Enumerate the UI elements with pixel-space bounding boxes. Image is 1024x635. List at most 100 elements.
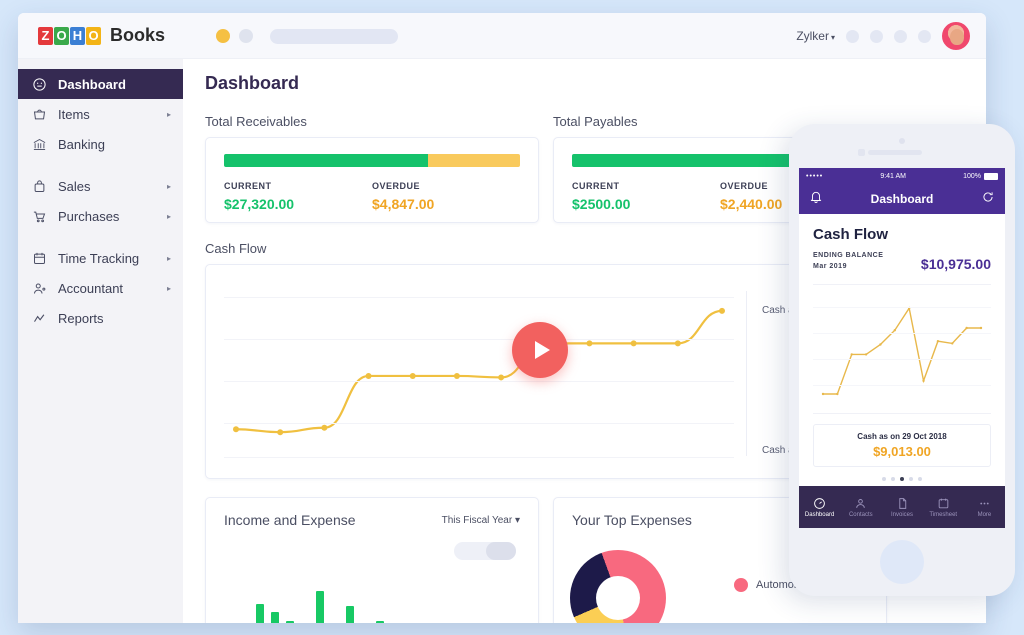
header-icon-stub-4[interactable] [918,29,931,43]
phone-signal: ••••• [806,172,824,180]
avatar[interactable] [942,22,970,50]
phone-tab-label: Timesheet [929,511,958,518]
zoho-tile-o2: O [86,26,101,45]
header-icon-stub-2[interactable] [870,29,883,43]
header-icon-stub-3[interactable] [894,29,907,43]
phone-status-bar: ••••• 9:41 AM 100% [799,168,1005,184]
phone-tab-label: Contacts [848,511,873,518]
chart-icon [32,311,54,326]
sidebar-item-time-tracking[interactable]: Time Tracking ▸ [18,243,183,273]
organization-name: Zylker [796,29,829,43]
browser-chrome-bar: Z O H O Books Zylker ▾ [18,13,986,59]
receivables-overdue-segment [428,154,520,167]
income-expense-toggle[interactable] [454,542,516,560]
play-icon [534,341,550,359]
carousel-dot [891,477,895,481]
phone-balance-amount: $10,975.00 [920,256,991,272]
bell-icon[interactable] [809,190,823,209]
chevron-down-icon: ▾ [830,33,835,42]
phone-content: Cash Flow ENDING BALANCE Mar 2019 $10,97… [799,214,1005,481]
play-video-button[interactable] [512,322,568,378]
phone-screen: ••••• 9:41 AM 100% Dashboard Cash Flow E… [799,168,1005,528]
sidebar-item-reports[interactable]: Reports [18,303,183,333]
dashboard-icon [32,77,54,92]
phone-carousel-dots[interactable] [813,477,991,481]
phone-cashflow-heading: Cash Flow [813,226,889,243]
phone-speaker [868,150,922,155]
phone-cashflow-chart [813,284,991,414]
phone-tab-contacts[interactable]: Contacts [840,486,881,528]
income-expense-period-dropdown[interactable]: This Fiscal Year ▾ [442,515,520,526]
sidebar-item-label: Items [58,106,90,122]
phone-home-button[interactable] [880,540,924,584]
payables-current-segment [572,154,803,167]
payables-current-label: CURRENT [572,181,620,191]
receivables-card: CURRENT $27,320.00 OVERDUE $4,847.00 [205,137,539,223]
income-expense-header: Income and Expense This Fiscal Year ▾ [224,512,520,528]
zoho-tile-h: H [70,26,85,45]
screenshot-root: Z O H O Books Zylker ▾ Dashboard Items ▸… [0,0,1024,635]
carousel-dot [909,477,913,481]
chevron-right-icon: ▸ [166,109,171,119]
cashflow-gridlines [224,287,734,459]
carousel-dot [918,477,922,481]
phone-tab-dashboard[interactable]: Dashboard [799,486,840,528]
refresh-icon[interactable] [981,190,995,209]
sidebar-item-label: Accountant [58,280,124,296]
sidebar-item-label: Sales [58,178,91,194]
sidebar-item-label: Purchases [58,208,120,224]
payables-current-value: $2500.00 [572,196,631,212]
zoho-books-logo[interactable]: Z O H O Books [38,25,165,46]
page-title: Dashboard [205,73,300,93]
phone-tab-invoices[interactable]: Invoices [881,486,922,528]
phone-sensor [858,149,865,156]
receivables-overdue-label: OVERDUE [372,181,421,191]
sidebar-item-label: Time Tracking [58,250,140,266]
person-icon [32,281,54,296]
phone-camera-icon [899,138,905,144]
organization-selector[interactable]: Zylker ▾ [796,29,835,43]
address-bar-stub[interactable] [270,29,398,44]
phone-tab-label: Invoices [891,511,914,518]
header-icon-stub-1[interactable] [846,29,859,43]
sidebar-item-accountant[interactable]: Accountant ▸ [18,273,183,303]
phone-balance-row: ENDING BALANCE Mar 2019 $10,975.00 [813,251,991,272]
bar [271,612,279,623]
receivables-current-segment [224,154,429,167]
window-dot-gray[interactable] [239,29,253,43]
chevron-right-icon: ▸ [166,283,171,293]
bar [286,620,294,623]
phone-cash-box-value: $9,013.00 [873,444,931,459]
phone-tab-more[interactable]: More [964,486,1005,528]
calendar-icon [32,251,54,266]
sidebar-item-dashboard[interactable]: Dashboard [18,69,183,99]
phone-battery-group: 100% [963,172,998,180]
sidebar-gap-2 [18,231,183,243]
phone-nav-title: Dashboard [870,192,934,206]
receivables-overdue: OVERDUE $4,847.00 [372,181,520,212]
cart-icon [32,209,54,224]
phone-battery-label: 100% [963,172,981,180]
chevron-right-icon: ▸ [166,253,171,263]
brand-name-label: Books [110,25,166,45]
bank-icon [32,137,54,152]
receivables-progress-bar [224,154,520,167]
window-dot-amber[interactable] [216,29,230,43]
sidebar-item-banking[interactable]: Banking [18,129,183,159]
top-expenses-title: Your Top Expenses [572,512,692,528]
sidebar-item-items[interactable]: Items ▸ [18,99,183,129]
phone-cash-box-label: Cash as on 29 Oct 2018 [857,432,947,441]
phone-nav-bar: Dashboard [799,184,1005,214]
zoho-tile-z: Z [38,26,53,45]
window-control-dots [216,29,253,43]
receivables-block: Total Receivables CURRENT $27,320.00 OVE… [205,114,539,223]
phone-tab-timesheet[interactable]: Timesheet [923,486,964,528]
sidebar-item-purchases[interactable]: Purchases ▸ [18,201,183,231]
receivables-overdue-value: $4,847.00 [372,196,435,212]
income-expense-bars [226,582,384,623]
income-expense-card: Income and Expense This Fiscal Year ▾ [205,497,539,623]
carousel-dot [882,477,886,481]
chevron-right-icon: ▸ [166,211,171,221]
phone-time: 9:41 AM [880,172,907,180]
sidebar-item-sales[interactable]: Sales ▸ [18,171,183,201]
